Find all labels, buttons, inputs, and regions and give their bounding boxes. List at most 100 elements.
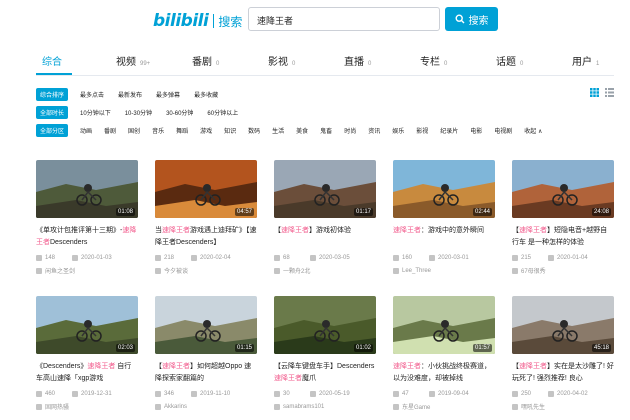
zone-option[interactable]: 娱乐 [392,126,404,135]
tab-video[interactable]: 视频 99+ [116,53,150,68]
video-title[interactable]: 【速降王者】短隐电音+越野自行车 是一种怎样的体验 [512,225,614,249]
uploader[interactable]: 固网热骚 [36,402,138,411]
zone-option[interactable]: 电视剧 [494,126,512,135]
zone-option[interactable]: 鬼畜 [320,126,332,135]
zone-option[interactable]: 动画 [80,126,92,135]
duration-tag[interactable]: 全部时长 [36,105,69,119]
video-thumbnail[interactable]: 02:03 [36,296,138,354]
zone-option[interactable]: 游戏 [200,126,212,135]
zone-option[interactable]: 生活 [272,126,284,135]
uploader[interactable]: 东星Game [393,402,495,411]
play-count-icon [393,390,399,397]
zone-collapse-toggle[interactable]: 收起 ∧ [524,126,542,135]
view-toggle [590,88,614,97]
zone-option[interactable]: 数码 [248,126,260,135]
play-count: 68 [283,254,290,261]
zone-option[interactable]: 影视 [416,126,428,135]
zone-option[interactable]: 国创 [128,126,140,135]
uploader[interactable]: 一颗舟2北 [274,266,376,275]
video-card[interactable]: 01:02 【云降车键盘车手】Descenders 速降王者魔爪 30 2020-05-… [274,296,376,411]
tab-live[interactable]: 直播 0 [344,53,371,68]
bilibili-logo[interactable]: bilibili 搜索 [153,11,242,31]
video-card[interactable]: 01:08 《单攻计包推评第十三期》-速降王者Descenders 148 2020-… [36,160,138,275]
zone-tag[interactable]: 全部分区 [36,123,69,137]
video-thumbnail[interactable]: 45:18 [512,296,614,354]
video-card[interactable]: 02:44 速降王者：游戏中的意外瞬间 160 2020-03-01 Lee_Three [393,160,495,275]
uploader[interactable]: Lee_Three [393,266,495,275]
uploader[interactable]: Akkarins [155,402,257,411]
uploader[interactable]: samabrams101 [274,402,376,411]
sort-option[interactable]: 最多弹幕 [156,90,180,99]
video-thumbnail[interactable]: 24:08 [512,160,614,218]
uploader[interactable]: 今夕被谈 [155,266,257,275]
video-thumbnail[interactable]: 01:08 [36,160,138,218]
zone-option[interactable]: 番剧 [104,126,116,135]
zone-option[interactable]: 纪录片 [440,126,458,135]
video-card[interactable]: 01:57 速降王者：小伙挑战终极赛道，以为没难度，却被掉线 47 2019-09-0… [393,296,495,411]
video-card[interactable]: 24:08 【速降王者】短隐电音+越野自行车 是一种怎样的体验 215 2020-01… [512,160,614,275]
duration-option[interactable]: 30-60分钟 [166,108,193,117]
duration-option[interactable]: 10-30分钟 [125,108,152,117]
zone-option[interactable]: 美食 [296,126,308,135]
video-card[interactable]: 45:18 【速降王者】实在是太沙雕了! 好玩死了! 强烈推荐! 良心 250 202… [512,296,614,411]
video-thumbnail[interactable]: 01:02 [274,296,376,354]
zone-option[interactable]: 资讯 [368,126,380,135]
video-title[interactable]: 当速降王者游戏遇上迪拜矿》【速降王者Descenders】 [155,225,257,249]
uploader-icon [512,267,518,274]
duration-option[interactable]: 60分钟以上 [207,108,238,117]
uploader[interactable]: 67母很秀 [512,266,614,275]
video-title[interactable]: 速降王者：小伙挑战终极赛道，以为没难度，却被掉线 [393,361,495,385]
tab-all[interactable]: 综合 [42,53,62,68]
video-title[interactable]: 速降王者：游戏中的意外瞬间 [393,225,495,249]
video-title[interactable]: 《单攻计包推评第十三期》-速降王者Descenders [36,225,138,249]
video-thumbnail[interactable]: 04:57 [155,160,257,218]
uploader-icon [512,403,518,410]
video-thumbnail[interactable]: 01:17 [274,160,376,218]
sort-option[interactable]: 最多收藏 [194,90,218,99]
calendar-icon [310,254,316,261]
video-card[interactable]: 01:15 【速降王者】如何超越Oppo 速降探索家翻篇的 346 2019-11-1… [155,296,257,411]
grid-view-icon[interactable] [590,88,599,97]
play-count-icon [36,390,42,397]
video-title[interactable]: 《Descenders》速降王者 自行车高山速降「xgp游戏 [36,361,138,385]
uploader[interactable]: 闲鱼之圣剑 [36,266,138,275]
video-title[interactable]: 【速降王者】如何超越Oppo 速降探索家翻篇的 [155,361,257,385]
tab-bangumi[interactable]: 番剧 0 [192,53,219,68]
sort-option[interactable]: 最新发布 [118,90,142,99]
upload-date: 2019-09-04 [438,390,469,397]
sort-option[interactable]: 最多点击 [80,90,104,99]
video-card[interactable]: 01:17 【速降王者】游戏初体验 68 2020-03-05 一颗舟2北 [274,160,376,275]
tab-user[interactable]: 用户 1 [572,53,599,68]
video-card[interactable]: 02:03 《Descenders》速降王者 自行车高山速降「xgp游戏 460 20… [36,296,138,411]
play-count-icon [155,390,161,397]
uploader[interactable]: 嘿吼先生 [512,402,614,411]
play-count-icon [274,390,280,397]
sort-tag[interactable]: 综合排序 [36,87,69,101]
video-meta: 346 2019-11-10 [155,389,257,398]
zone-option[interactable]: 舞蹈 [176,126,188,135]
video-thumbnail[interactable]: 02:44 [393,160,495,218]
search-button[interactable]: 搜索 [445,7,498,31]
zone-option[interactable]: 时尚 [344,126,356,135]
tab-topic[interactable]: 话题 0 [496,53,523,68]
upload-date: 2020-01-03 [81,254,112,261]
play-count: 460 [45,390,56,397]
zone-option[interactable]: 电影 [470,126,482,135]
list-view-icon[interactable] [605,88,614,97]
calendar-icon [548,390,554,397]
title-text: 【 [274,227,281,234]
tab-count: 1 [596,61,600,67]
video-title[interactable]: 【速降王者】实在是太沙雕了! 好玩死了! 强烈推荐! 良心 [512,361,614,385]
video-thumbnail[interactable]: 01:15 [155,296,257,354]
tab-label: 影视 [268,57,288,68]
video-thumbnail[interactable]: 01:57 [393,296,495,354]
zone-option[interactable]: 知识 [224,126,236,135]
tab-movie[interactable]: 影视 0 [268,53,295,68]
zone-option[interactable]: 音乐 [152,126,164,135]
duration-option[interactable]: 10分钟以下 [80,108,111,117]
tab-article[interactable]: 专栏 0 [420,53,447,68]
video-card[interactable]: 04:57 当速降王者游戏遇上迪拜矿》【速降王者Descenders】 218 202… [155,160,257,275]
search-input[interactable]: 速降王者 [248,7,440,31]
video-title[interactable]: 【云降车键盘车手】Descenders 速降王者魔爪 [274,361,376,385]
video-title[interactable]: 【速降王者】游戏初体验 [274,225,376,249]
